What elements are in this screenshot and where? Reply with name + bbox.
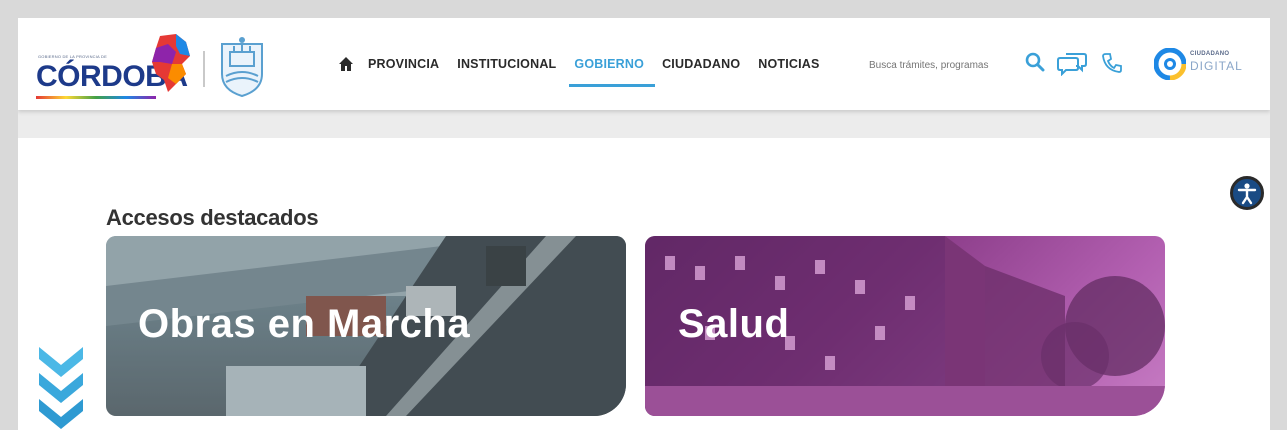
logo-small-text: GOBIERNO DE LA PROVINCIA DE [38, 54, 107, 59]
card-label-obras: Obras en Marcha [138, 302, 471, 346]
home-icon[interactable] [338, 56, 354, 72]
card-label-salud: Salud [678, 302, 790, 346]
logo-stripe [36, 96, 156, 99]
active-nav-underline [569, 84, 655, 87]
chat-icon[interactable] [1056, 50, 1088, 76]
ciudadano-digital-label-2: DIGITAL [1190, 59, 1243, 73]
logo-divider [203, 51, 205, 87]
crest-icon [221, 37, 263, 98]
section-title: Accesos destacados [106, 205, 319, 230]
card-obras-en-marcha[interactable]: Obras en Marcha [106, 236, 626, 416]
nav-item-ciudadano[interactable]: CIUDADANO [662, 57, 740, 71]
site-header: GOBIERNO DE LA PROVINCIA DE CÓRDOBA PROV… [18, 18, 1270, 110]
search-input[interactable] [869, 56, 1019, 74]
browser-frame: GOBIERNO DE LA PROVINCIA DE CÓRDOBA PROV… [18, 18, 1270, 430]
phone-icon[interactable] [1101, 52, 1123, 74]
card-salud[interactable]: Salud [645, 236, 1165, 416]
accessibility-icon [1237, 183, 1257, 205]
nav-item-provincia[interactable]: PROVINCIA [368, 57, 439, 71]
breadcrumb-band [18, 110, 1270, 138]
scroll-down-icon[interactable] [37, 347, 85, 430]
accessibility-button[interactable] [1230, 176, 1264, 210]
cordoba-map-icon [152, 34, 190, 92]
nav-item-gobierno[interactable]: GOBIERNO [574, 57, 644, 71]
main-nav: PROVINCIA INSTITUCIONAL GOBIERNO CIUDADA… [338, 52, 838, 76]
cordoba-logo[interactable]: GOBIERNO DE LA PROVINCIA DE CÓRDOBA [28, 34, 190, 100]
search-icon[interactable] [1025, 52, 1045, 72]
nav-item-institucional[interactable]: INSTITUCIONAL [457, 57, 556, 71]
nav-item-noticias[interactable]: NOTICIAS [758, 57, 819, 71]
ciudadano-digital-label-1: CIUDADANO [1190, 51, 1230, 57]
ciudadano-digital-icon[interactable] [1154, 48, 1186, 80]
